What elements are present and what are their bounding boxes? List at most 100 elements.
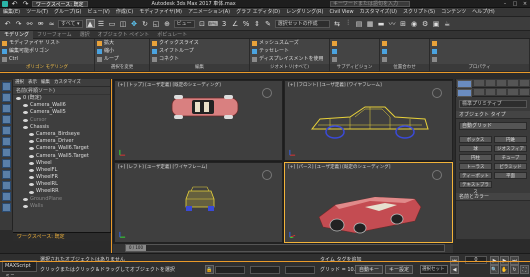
shapes-category-icon[interactable] bbox=[474, 89, 484, 95]
scene-explorer-tab[interactable]: 選択 bbox=[13, 79, 26, 86]
time-slider-knob[interactable]: 0 / 100 bbox=[126, 245, 146, 251]
ribbon-item[interactable]: ループ bbox=[95, 55, 149, 63]
scene-list-item[interactable]: GroundPlane bbox=[13, 196, 110, 203]
ribbon-item[interactable]: 編集可能ポリゴン bbox=[0, 47, 94, 55]
search-input[interactable]: キーワードまたは語句を入力 bbox=[330, 1, 410, 7]
maximize-viewport-icon[interactable]: ⛶ bbox=[520, 265, 529, 274]
rectangular-selection-icon[interactable]: ▭ bbox=[108, 19, 117, 28]
visibility-eye-icon[interactable] bbox=[23, 204, 28, 208]
visibility-eye-icon[interactable] bbox=[29, 190, 34, 194]
keyboard-shortcut-override-icon[interactable]: ⌨ bbox=[208, 19, 218, 28]
viewport-label[interactable]: [+] [トップ] [ユーザ定義] [既定のシェーディング] bbox=[118, 82, 221, 88]
scene-list-item[interactable]: Camera_Birdseye bbox=[13, 131, 110, 138]
viewport-front[interactable]: [+] [フロント] [ユーザ定義] [ワイヤフレーム] bbox=[284, 80, 453, 161]
ribbon-item[interactable]: スイフトループ bbox=[150, 47, 249, 55]
visibility-eye-icon[interactable] bbox=[23, 118, 28, 122]
visibility-eye-icon[interactable] bbox=[29, 176, 34, 180]
primitive-button[interactable]: ピラミッド bbox=[494, 163, 527, 170]
primitive-button[interactable]: トーラス bbox=[459, 163, 492, 170]
scene-explorer-header[interactable]: 名前(昇順ソート) bbox=[13, 87, 110, 95]
maximize-icon[interactable]: □ bbox=[510, 0, 520, 8]
helpers-category-icon[interactable] bbox=[508, 89, 518, 95]
snap-toggle-icon[interactable]: 3 bbox=[220, 19, 229, 28]
menu-item[interactable]: コンテンツ bbox=[438, 8, 469, 17]
scene-explorer-tab[interactable]: 編集 bbox=[39, 79, 52, 86]
select-object-icon[interactable]: ▲ bbox=[85, 19, 95, 28]
scene-list-item[interactable]: Chassis bbox=[13, 124, 110, 131]
menu-item[interactable]: ヘルプ(H) bbox=[469, 8, 498, 17]
ribbon-item[interactable] bbox=[330, 47, 379, 55]
primitive-button[interactable]: 球 bbox=[459, 145, 492, 152]
visibility-eye-icon[interactable] bbox=[29, 133, 34, 137]
viewport-label[interactable]: [+] [パース] [ユーザ定義] [既定のシェーディング] bbox=[288, 164, 390, 170]
render-setup-icon[interactable]: ⚙ bbox=[421, 19, 430, 28]
primitive-button[interactable]: 円錐 bbox=[494, 136, 527, 143]
modify-tab-icon[interactable] bbox=[474, 80, 484, 86]
visibility-eye-icon[interactable] bbox=[29, 183, 34, 187]
viewport-top[interactable]: [+] [トップ] [ユーザ定義] [既定のシェーディング] bbox=[114, 80, 283, 161]
app-logo-icon[interactable] bbox=[2, 0, 8, 7]
menu-item[interactable]: 作成(C) bbox=[113, 8, 136, 17]
pan-icon[interactable]: ✋ bbox=[500, 265, 509, 274]
named-selection-set-dropdown[interactable]: 選択セットの作成 bbox=[274, 19, 330, 28]
angle-snap-icon[interactable]: ∠ bbox=[231, 19, 240, 28]
geometry-category-icon[interactable] bbox=[457, 89, 473, 97]
toggle-scene-explorer-icon[interactable]: ▤ bbox=[355, 19, 364, 28]
helper-filter-icon[interactable] bbox=[2, 159, 11, 168]
primitive-button[interactable]: ボックス bbox=[459, 136, 492, 143]
window-crossing-icon[interactable]: ◫ bbox=[119, 19, 128, 28]
viewcube-icon[interactable] bbox=[262, 170, 272, 180]
menu-item[interactable]: レンダリング(R) bbox=[283, 8, 326, 17]
viewport-perspective[interactable]: [+] [パース] [ユーザ定義] [既定のシェーディング] bbox=[284, 162, 453, 243]
rendered-frame-window-icon[interactable]: ▣ bbox=[432, 19, 441, 28]
visibility-eye-icon[interactable] bbox=[23, 111, 28, 115]
scene-list-item[interactable]: Camera_Wall5 bbox=[13, 109, 110, 116]
close-icon[interactable]: × bbox=[520, 0, 530, 8]
primitive-button[interactable]: ジオスフィア bbox=[494, 145, 527, 152]
primitive-button[interactable]: テキストプラス bbox=[459, 181, 492, 195]
visibility-eye-icon[interactable] bbox=[16, 97, 21, 101]
minimize-icon[interactable]: – bbox=[500, 0, 510, 8]
scene-list-item[interactable]: WheelRL bbox=[13, 181, 110, 188]
display-tab-icon[interactable] bbox=[508, 80, 518, 86]
menu-item[interactable]: カスタマイズ(U) bbox=[357, 8, 400, 17]
spacewarps-category-icon[interactable] bbox=[519, 89, 529, 95]
menu-item[interactable]: 編集(E) bbox=[0, 8, 23, 17]
ribbon-item[interactable] bbox=[380, 47, 429, 55]
group-filter-icon[interactable] bbox=[2, 181, 11, 190]
z-coordinate-field[interactable] bbox=[285, 266, 315, 274]
ribbon-tab[interactable]: 選択 bbox=[76, 31, 94, 39]
viewport-left[interactable]: [+] [レフト] [ユーザ定義] [ワイヤフレーム] bbox=[114, 162, 283, 243]
menu-item[interactable]: グループ(G) bbox=[51, 8, 84, 17]
ribbon-item[interactable]: コネクト bbox=[150, 55, 249, 63]
menu-item[interactable]: スクリプト(S) bbox=[400, 8, 438, 17]
cameras-category-icon[interactable] bbox=[496, 89, 507, 95]
ribbon-group-footer[interactable]: ジオメトリ(すべて) bbox=[250, 64, 329, 71]
toggle-ribbon-icon[interactable]: ▬ bbox=[377, 19, 386, 28]
scale-icon[interactable]: ◱ bbox=[152, 19, 161, 28]
scene-list-item[interactable]: 0 (既定) bbox=[13, 95, 110, 102]
utilities-tab-icon[interactable] bbox=[519, 80, 529, 86]
object-type-rollout[interactable]: オブジェクト タイプ bbox=[456, 111, 530, 119]
ribbon-group-footer[interactable]: サブディビジョン bbox=[330, 64, 379, 71]
lights-category-icon[interactable] bbox=[485, 89, 495, 95]
workspace-dropdown[interactable]: ワークスペース: 既定 bbox=[32, 0, 88, 8]
visibility-eye-icon[interactable] bbox=[29, 168, 34, 172]
primitive-button[interactable]: ティーポット bbox=[459, 172, 492, 179]
viewport-label[interactable]: [+] [フロント] [ユーザ定義] [ワイヤフレーム] bbox=[288, 82, 382, 88]
bone-filter-icon[interactable] bbox=[2, 203, 11, 212]
ribbon-tab[interactable]: ポピュレート bbox=[153, 31, 191, 39]
ribbon-item[interactable] bbox=[380, 39, 429, 47]
set-key-button[interactable]: キー設定 bbox=[385, 265, 413, 274]
auto-grid-checkbox[interactable]: 自動グリッド bbox=[459, 122, 527, 130]
visibility-eye-icon[interactable] bbox=[23, 104, 28, 108]
geometry-filter-icon[interactable] bbox=[2, 115, 11, 124]
scene-list-item[interactable]: Camera_Wall6.Target bbox=[13, 145, 110, 152]
ribbon-item[interactable]: ディスプレイスメントを使用 bbox=[250, 55, 329, 63]
camera-filter-icon[interactable] bbox=[2, 148, 11, 157]
y-coordinate-field[interactable] bbox=[250, 266, 280, 274]
ribbon-item[interactable] bbox=[430, 47, 529, 55]
menu-item[interactable]: ビュー(V) bbox=[85, 8, 113, 17]
ribbon-group-footer[interactable]: 編集 bbox=[150, 64, 249, 71]
ribbon-item[interactable] bbox=[430, 55, 529, 63]
